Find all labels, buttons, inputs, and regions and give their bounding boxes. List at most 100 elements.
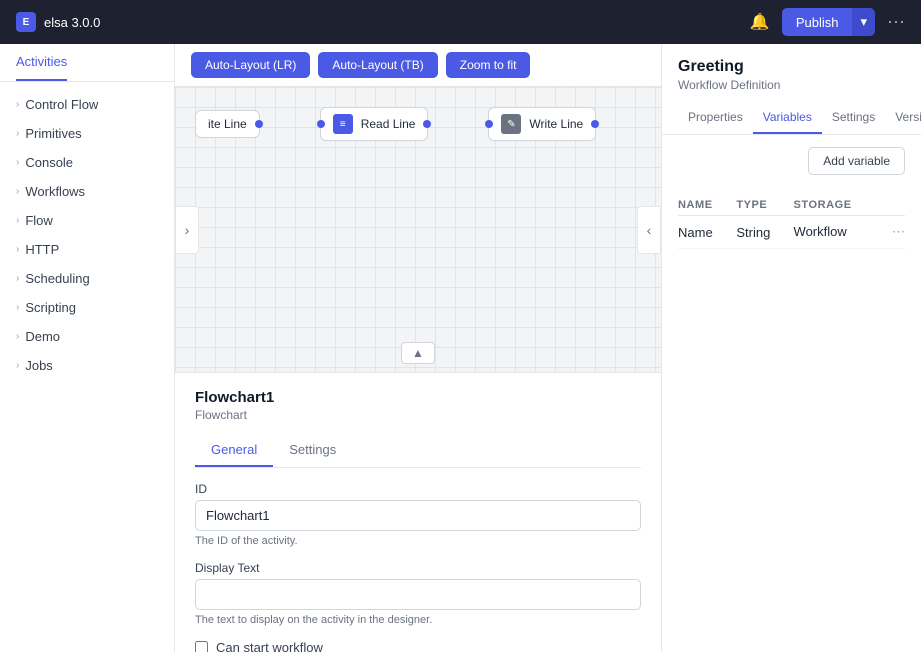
display-text-label: Display Text — [195, 561, 641, 575]
app-title: elsa 3.0.0 — [44, 15, 100, 30]
top-navigation: E elsa 3.0.0 🔔 Publish ▾ ⋯ — [0, 0, 921, 44]
port-left-icon — [317, 120, 325, 128]
main-layout: Activities › Control Flow › Primitives ›… — [0, 44, 921, 652]
sidebar-item-label: Demo — [25, 329, 60, 344]
canvas-scroll-left-button[interactable]: › — [175, 206, 199, 254]
node-write-line-2[interactable]: ✎ Write Line — [488, 107, 596, 141]
bottom-panel-subtitle: Flowchart — [195, 408, 641, 422]
sidebar-items-list: › Control Flow › Primitives › Console › … — [0, 82, 174, 388]
var-name: Name — [678, 216, 736, 249]
id-hint: The ID of the activity. — [195, 535, 641, 547]
notification-bell-icon[interactable]: 🔔 — [750, 12, 770, 32]
row-actions-icon[interactable]: ⋯ — [892, 224, 905, 240]
sidebar-item-label: Control Flow — [25, 97, 98, 112]
chevron-right-icon: › — [16, 273, 19, 284]
chevron-right-icon: › — [16, 244, 19, 255]
right-panel-header: Greeting Workflow Definition — [662, 44, 921, 92]
sidebar-item-scripting[interactable]: › Scripting — [0, 293, 174, 322]
sidebar-item-label: Jobs — [25, 358, 52, 373]
left-sidebar: Activities › Control Flow › Primitives ›… — [0, 44, 175, 652]
right-panel: Greeting Workflow Definition Properties … — [661, 44, 921, 652]
tab-settings[interactable]: Settings — [273, 434, 352, 467]
id-label: ID — [195, 482, 641, 496]
sidebar-item-primitives[interactable]: › Primitives — [0, 119, 174, 148]
right-panel-content: Add variable NAME TYPE STORAGE Name Stri… — [662, 135, 921, 652]
app-logo: E — [16, 12, 36, 32]
sidebar-item-workflows[interactable]: › Workflows — [0, 177, 174, 206]
sidebar-item-jobs[interactable]: › Jobs — [0, 351, 174, 380]
right-panel-subtitle: Workflow Definition — [678, 78, 905, 92]
canvas-nodes: ite Line ≡ Read Line ✎ Write Line — [175, 107, 596, 141]
sidebar-item-label: Console — [25, 155, 73, 170]
canvas-grid[interactable]: ite Line ≡ Read Line ✎ Write Line — [175, 87, 661, 372]
publish-button-group: Publish ▾ — [782, 8, 875, 36]
tab-variables[interactable]: Variables — [753, 102, 822, 134]
publish-button[interactable]: Publish — [782, 8, 853, 36]
display-text-input[interactable] — [195, 579, 641, 610]
chevron-right-icon: › — [16, 360, 19, 371]
bottom-panel-tabs: General Settings — [195, 434, 641, 468]
var-type: String — [736, 216, 793, 249]
sidebar-item-console[interactable]: › Console — [0, 148, 174, 177]
node-label: ite Line — [208, 117, 247, 131]
chevron-right-icon: › — [16, 157, 19, 168]
var-storage: Workflow ⋯ — [794, 216, 905, 249]
table-row: Name String Workflow ⋯ — [678, 216, 905, 249]
tab-version-history[interactable]: Version History — [885, 102, 921, 134]
port-right-icon — [255, 120, 263, 128]
col-type-header: TYPE — [736, 195, 793, 216]
can-start-workflow-row: Can start workflow — [195, 640, 641, 652]
chevron-right-icon: › — [16, 331, 19, 342]
right-panel-title: Greeting — [678, 58, 905, 76]
topnav-right: 🔔 Publish ▾ ⋯ — [750, 8, 905, 36]
activities-tab[interactable]: Activities — [16, 44, 67, 81]
tab-settings[interactable]: Settings — [822, 102, 885, 134]
canvas-wrapper: ite Line ≡ Read Line ✎ Write Line — [175, 87, 661, 372]
more-options-icon[interactable]: ⋯ — [887, 12, 905, 33]
node-read-line[interactable]: ≡ Read Line — [320, 107, 429, 141]
bottom-panel-title: Flowchart1 — [195, 389, 641, 406]
canvas-collapse-button[interactable]: ▲ — [401, 342, 435, 364]
port-right-icon — [591, 120, 599, 128]
chevron-right-icon: › — [16, 99, 19, 110]
col-name-header: NAME — [678, 195, 736, 216]
node-icon: ≡ — [333, 114, 353, 134]
node-write-line-1[interactable]: ite Line — [195, 110, 260, 138]
chevron-right-icon: › — [16, 302, 19, 313]
auto-layout-lr-button[interactable]: Auto-Layout (LR) — [191, 52, 310, 78]
sidebar-item-label: Primitives — [25, 126, 81, 141]
port-right-icon — [423, 120, 431, 128]
sidebar-item-label: Scripting — [25, 300, 76, 315]
sidebar-item-control-flow[interactable]: › Control Flow — [0, 90, 174, 119]
can-start-checkbox[interactable] — [195, 641, 208, 652]
node-label: Write Line — [529, 117, 583, 131]
chevron-right-icon: › — [16, 128, 19, 139]
zoom-to-fit-button[interactable]: Zoom to fit — [446, 52, 531, 78]
sidebar-item-flow[interactable]: › Flow — [0, 206, 174, 235]
auto-layout-tb-button[interactable]: Auto-Layout (TB) — [318, 52, 437, 78]
right-panel-tabs: Properties Variables Settings Version Hi… — [662, 102, 921, 135]
sidebar-item-http[interactable]: › HTTP — [0, 235, 174, 264]
chevron-right-icon: › — [16, 186, 19, 197]
canvas-scroll-right-button[interactable]: ‹ — [637, 206, 661, 254]
sidebar-item-label: Flow — [25, 213, 52, 228]
topnav-left: E elsa 3.0.0 — [16, 12, 100, 32]
canvas-toolbar: Auto-Layout (LR) Auto-Layout (TB) Zoom t… — [175, 44, 661, 87]
node-label: Read Line — [361, 117, 416, 131]
can-start-label: Can start workflow — [216, 640, 323, 652]
chevron-right-icon: › — [16, 215, 19, 226]
form-id-group: ID The ID of the activity. — [195, 482, 641, 547]
id-input[interactable] — [195, 500, 641, 531]
add-variable-button[interactable]: Add variable — [808, 147, 905, 175]
center-area: Auto-Layout (LR) Auto-Layout (TB) Zoom t… — [175, 44, 661, 652]
tab-general[interactable]: General — [195, 434, 273, 467]
sidebar-item-label: Scheduling — [25, 271, 89, 286]
col-storage-header: STORAGE — [794, 195, 905, 216]
tab-properties[interactable]: Properties — [678, 102, 753, 134]
form-display-text-group: Display Text The text to display on the … — [195, 561, 641, 626]
sidebar-item-scheduling[interactable]: › Scheduling — [0, 264, 174, 293]
publish-caret-button[interactable]: ▾ — [852, 8, 875, 36]
sidebar-item-label: HTTP — [25, 242, 59, 257]
sidebar-item-demo[interactable]: › Demo — [0, 322, 174, 351]
sidebar-tabs: Activities — [0, 44, 174, 82]
